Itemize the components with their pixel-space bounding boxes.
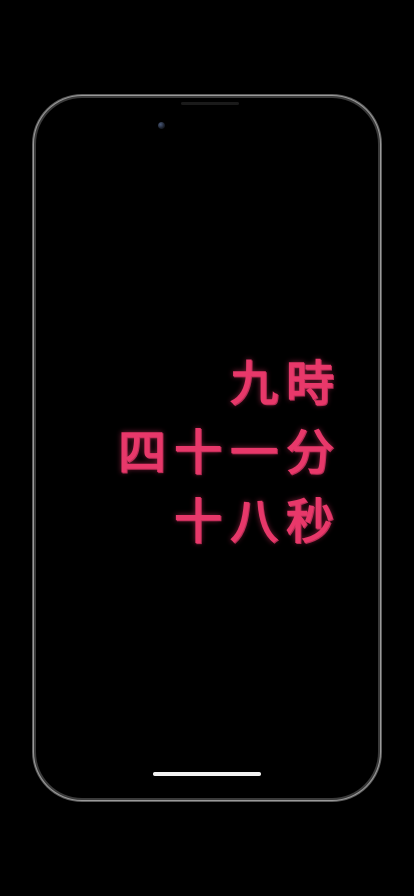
page: 九時 四十一分 十八秒 bbox=[0, 0, 414, 896]
clock-minute: 四十一分 bbox=[117, 425, 342, 481]
speaker-grille bbox=[181, 102, 239, 105]
home-indicator[interactable] bbox=[153, 772, 261, 776]
clock-second: 十八秒 bbox=[173, 494, 342, 550]
front-camera-icon bbox=[158, 122, 165, 129]
clock-hour: 九時 bbox=[229, 356, 342, 412]
kanji-clock: 九時 四十一分 十八秒 bbox=[118, 350, 342, 557]
power-button[interactable] bbox=[378, 308, 381, 392]
